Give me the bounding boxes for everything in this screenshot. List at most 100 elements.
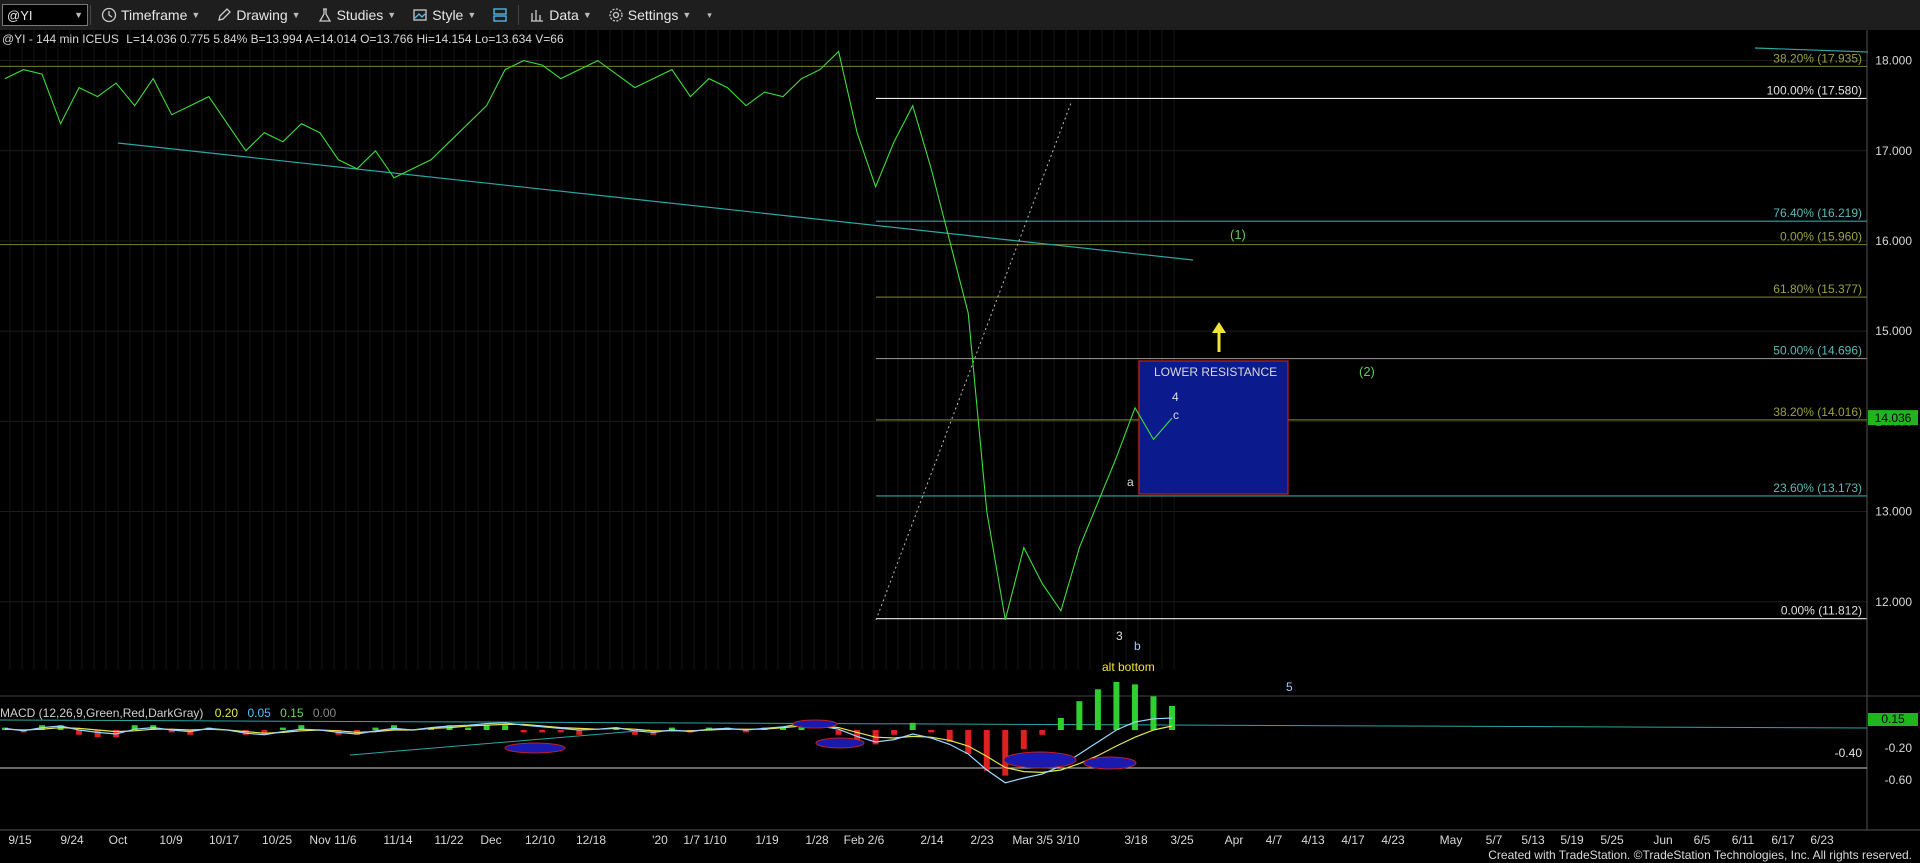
wave-label-2: (2) <box>1359 364 1375 379</box>
time-tick-label: Nov 11/6 <box>309 833 356 847</box>
last-price-marker: 14.036 <box>1868 410 1918 426</box>
fib-level-label: 0.00% (11.812) <box>1781 604 1862 618</box>
data-label: Data <box>549 7 579 23</box>
pencil-icon <box>218 8 232 21</box>
time-tick-label: 3/18 <box>1124 833 1148 847</box>
time-tick-label: 4/7 <box>1266 833 1283 847</box>
studies-menu[interactable]: Studies ▼ <box>309 2 405 28</box>
time-tick-label: Apr <box>1225 833 1244 847</box>
more-button[interactable]: ▾ <box>699 2 720 28</box>
clock-icon <box>101 7 117 23</box>
macd-tick-label: -0.60 <box>1885 773 1913 787</box>
wave-label-3: 3 <box>1116 629 1123 643</box>
wave-label-5: 5 <box>1286 680 1293 694</box>
chevron-down-icon: ▼ <box>387 10 397 20</box>
time-tick-label: '20 <box>652 833 668 847</box>
studies-label: Studies <box>336 7 384 23</box>
fib-level-label: 0.00% (15.960) <box>1780 230 1862 244</box>
price-tick-label: 13.000 <box>1875 505 1912 519</box>
time-tick-label: 3/25 <box>1170 833 1194 847</box>
wave-label-c: c <box>1173 408 1179 422</box>
chevron-down-icon: ▼ <box>291 10 301 20</box>
svg-text:MACD (12,26,9,Green,Red,DarkGr: MACD (12,26,9,Green,Red,DarkGray) 0.20 0… <box>0 706 337 720</box>
fib-level-label: 61.80% (15.377) <box>1773 282 1862 296</box>
time-tick-label: 5/19 <box>1560 833 1584 847</box>
timeframe-label: Timeframe <box>121 7 188 23</box>
time-tick-label: 2/14 <box>920 833 944 847</box>
settings-label: Settings <box>627 7 679 23</box>
time-tick-label: 6/5 <box>1694 833 1711 847</box>
fib-level-label: 23.60% (13.173) <box>1773 481 1862 495</box>
time-tick-label: 10/9 <box>159 833 183 847</box>
time-tick-label: 11/14 <box>383 833 412 847</box>
time-tick-label: 6/23 <box>1810 833 1834 847</box>
style-label: Style <box>432 7 464 23</box>
flask-icon <box>318 8 331 22</box>
chevron-down-icon: ▼ <box>582 10 592 20</box>
time-tick-label: 1/28 <box>805 833 829 847</box>
last-price-value: 14.036 <box>1875 411 1912 425</box>
fib-level-label: 38.20% (14.016) <box>1773 405 1862 419</box>
time-tick-label: Feb 2/6 <box>844 833 885 847</box>
chevron-down-icon: ▼ <box>682 10 692 20</box>
time-tick-label: 6/17 <box>1771 833 1795 847</box>
wave-label-1: (1) <box>1230 227 1246 242</box>
time-tick-label: 5/13 <box>1521 833 1545 847</box>
time-tick-label: 12/10 <box>525 833 555 847</box>
svg-text:@YI - 144 min ICEUS L=14.: @YI - 144 min ICEUS L=14.036 0.775 5.84%… <box>2 32 564 46</box>
lower-resistance-zone[interactable] <box>1138 360 1289 495</box>
time-tick-label: 9/24 <box>60 833 84 847</box>
fib-level-label: 50.00% (14.696) <box>1773 344 1862 358</box>
time-tick-label: 2/23 <box>970 833 994 847</box>
time-tick-label: 10/17 <box>209 833 239 847</box>
style-menu[interactable]: Style ▼ <box>404 2 484 28</box>
drawing-label: Drawing <box>236 7 288 23</box>
time-tick-label: May <box>1440 833 1463 847</box>
toolbar: @YI ▼ Timeframe ▼ Drawing ▼ Studies ▼ St… <box>0 0 1920 31</box>
price-tick-label: 18.000 <box>1875 54 1912 68</box>
toolbar-divider <box>518 5 520 25</box>
time-tick-label: 10/25 <box>262 833 292 847</box>
chevron-down-icon: ▼ <box>467 10 477 20</box>
drawing-menu[interactable]: Drawing ▼ <box>208 2 308 28</box>
price-tick-label: 16.000 <box>1875 234 1912 248</box>
time-tick-label: 12/18 <box>576 833 606 847</box>
macd-tick-label: -0.40 <box>1835 746 1863 760</box>
lower-resistance-label: LOWER RESISTANCE <box>1154 365 1277 379</box>
wave-label-a: a <box>1127 475 1134 489</box>
wave-label-4: 4 <box>1172 390 1179 404</box>
fib-level-label: 100.00% (17.580) <box>1767 83 1862 97</box>
time-tick-label: 4/23 <box>1381 833 1405 847</box>
price-tick-label: 15.000 <box>1875 324 1912 338</box>
time-tick-label: 1/7 1/10 <box>683 833 727 847</box>
panels-icon <box>493 8 507 22</box>
macd-label: MACD (12,26,9,Green,Red,DarkGray) <box>0 706 203 720</box>
layout-button[interactable] <box>484 2 516 28</box>
timeframe-menu[interactable]: Timeframe ▼ <box>93 2 208 28</box>
copyright-footer: Created with TradeStation. ©TradeStation… <box>1488 848 1912 862</box>
time-tick-label: Oct <box>109 833 128 847</box>
time-tick-label: 4/13 <box>1301 833 1325 847</box>
chart-area[interactable]: @YI - 144 min ICEUS L=14.036 0.775 5.84%… <box>0 30 1920 863</box>
price-stats: L=14.036 0.775 5.84% B=13.994 A=14.014 O… <box>126 32 564 46</box>
time-tick-label: 5/25 <box>1600 833 1624 847</box>
settings-menu[interactable]: Settings ▼ <box>600 2 700 28</box>
data-menu[interactable]: Data ▼ <box>521 2 600 28</box>
time-tick-label: Dec <box>480 833 501 847</box>
bar-chart-icon <box>531 10 544 22</box>
style-icon <box>413 9 427 21</box>
symbol-input[interactable]: @YI ▼ <box>2 4 88 26</box>
time-tick-label: 9/15 <box>8 833 32 847</box>
price-tick-label: 17.000 <box>1875 144 1912 158</box>
chevron-down-icon: ▼ <box>74 10 83 20</box>
wave-label-b: b <box>1134 639 1141 653</box>
time-tick-label: 5/7 <box>1486 833 1503 847</box>
time-tick-label: 11/22 <box>434 833 463 847</box>
fib-level-label: 76.40% (16.219) <box>1773 206 1862 220</box>
price-tick-label: 12.000 <box>1875 595 1912 609</box>
time-tick-label: Mar 3/5 3/10 <box>1012 833 1080 847</box>
time-tick-label: 6/11 <box>1732 833 1755 847</box>
symbol-line: @YI - 144 min ICEUS <box>2 32 119 46</box>
macd-tick-label: 0.15 <box>1881 712 1905 726</box>
time-axis[interactable]: 9/15 9/24 Oct 10/9 10/17 10/25 Nov 11/6 11/14 11… <box>8 833 1834 847</box>
